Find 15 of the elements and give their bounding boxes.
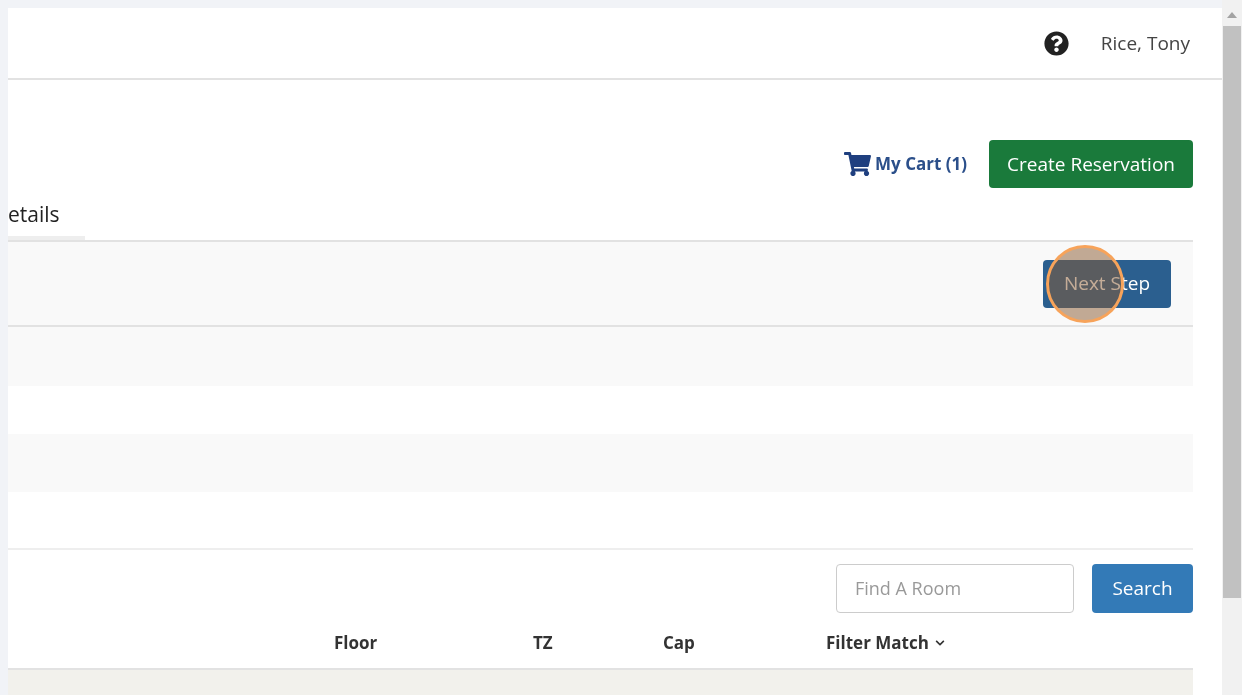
column-header[interactable]: Floor	[334, 630, 378, 656]
search-button[interactable]: Search	[1092, 563, 1193, 613]
chevron-down-icon	[934, 638, 945, 648]
scroll-up-icon[interactable]	[1227, 12, 1237, 18]
scrollbar[interactable]	[1222, 0, 1242, 695]
help-icon[interactable]	[1043, 30, 1069, 56]
column-header[interactable]: TZ	[533, 630, 553, 656]
create-reservation-button[interactable]: Create Reservation	[989, 140, 1193, 188]
user-name[interactable]: Rice, Tony	[1100, 28, 1190, 58]
column-header[interactable]: Filter Match	[826, 630, 945, 656]
search-field[interactable]: Find A Room	[836, 563, 1074, 613]
cart-link[interactable]: My Cart (1)	[844, 151, 968, 177]
cart-icon	[844, 152, 872, 176]
column-header[interactable]: Cap	[663, 630, 695, 656]
scrollbar-thumb[interactable]	[1223, 26, 1241, 598]
